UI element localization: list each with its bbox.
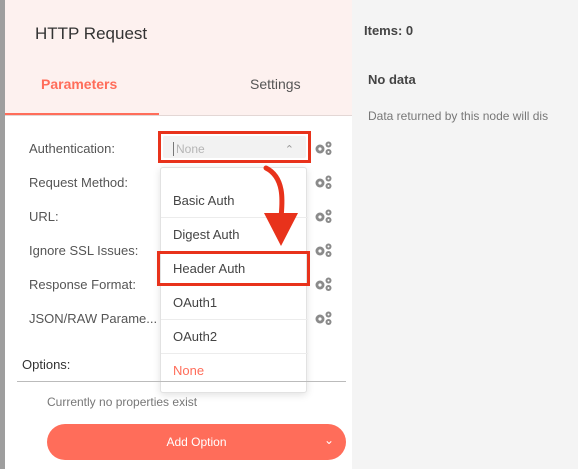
options-label: Options: xyxy=(22,357,71,372)
gears-icon[interactable] xyxy=(313,174,335,190)
tab-settings[interactable]: Settings xyxy=(250,76,301,92)
authentication-label: Authentication: xyxy=(29,141,116,156)
gears-icon[interactable] xyxy=(313,208,335,224)
header-divider xyxy=(5,115,352,116)
request-method-label: Request Method: xyxy=(29,175,129,190)
response-format-label: Response Format: xyxy=(29,277,136,292)
dropdown-option-digest-auth[interactable]: Digest Auth xyxy=(161,218,308,252)
add-option-button[interactable]: Add Option ⌄ xyxy=(47,424,346,460)
authentication-select-field[interactable]: None ⌃ xyxy=(163,136,306,158)
node-parameters-panel: HTTP Request Parameters Settings Authent… xyxy=(5,0,352,469)
gears-icon[interactable] xyxy=(313,276,335,292)
options-divider xyxy=(17,381,346,382)
no-data-title: No data xyxy=(368,72,416,87)
url-label: URL: xyxy=(29,209,59,224)
gears-icon[interactable] xyxy=(313,140,335,156)
gears-icon[interactable] xyxy=(313,242,335,258)
authentication-select-value: None xyxy=(176,142,205,156)
ignore-ssl-label: Ignore SSL Issues: xyxy=(29,243,139,258)
authentication-select[interactable]: None ⌃ xyxy=(158,131,311,163)
text-caret xyxy=(173,142,174,156)
gears-icon[interactable] xyxy=(313,310,335,326)
dropdown-option-none[interactable]: None xyxy=(161,354,308,388)
dropdown-option-basic-auth[interactable]: Basic Auth xyxy=(161,184,308,218)
items-count: Items: 0 xyxy=(364,23,414,38)
add-option-label: Add Option xyxy=(166,435,227,449)
header-auth-highlight-box xyxy=(157,251,310,286)
node-header: HTTP Request Parameters Settings xyxy=(5,0,352,116)
json-raw-label: JSON/RAW Parame... xyxy=(29,311,158,326)
dropdown-option-oauth1[interactable]: OAuth1 xyxy=(161,286,308,320)
chevron-up-icon[interactable]: ⌃ xyxy=(285,143,294,156)
output-panel: Items: 0 No data Data returned by this n… xyxy=(352,0,578,469)
no-data-text: Data returned by this node will dis xyxy=(368,109,549,123)
no-properties-text: Currently no properties exist xyxy=(47,395,198,409)
dropdown-option-oauth2[interactable]: OAuth2 xyxy=(161,320,308,354)
node-title: HTTP Request xyxy=(35,24,148,43)
chevron-down-icon: ⌄ xyxy=(323,433,334,447)
tab-parameters[interactable]: Parameters xyxy=(41,76,117,92)
